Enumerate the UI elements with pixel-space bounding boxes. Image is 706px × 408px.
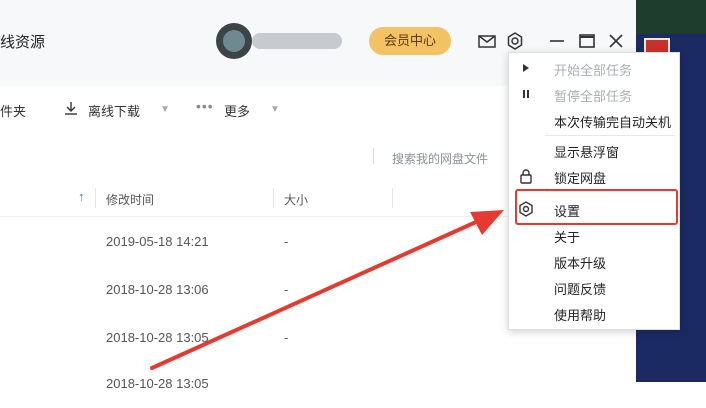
annotation-arrow [150,210,504,370]
